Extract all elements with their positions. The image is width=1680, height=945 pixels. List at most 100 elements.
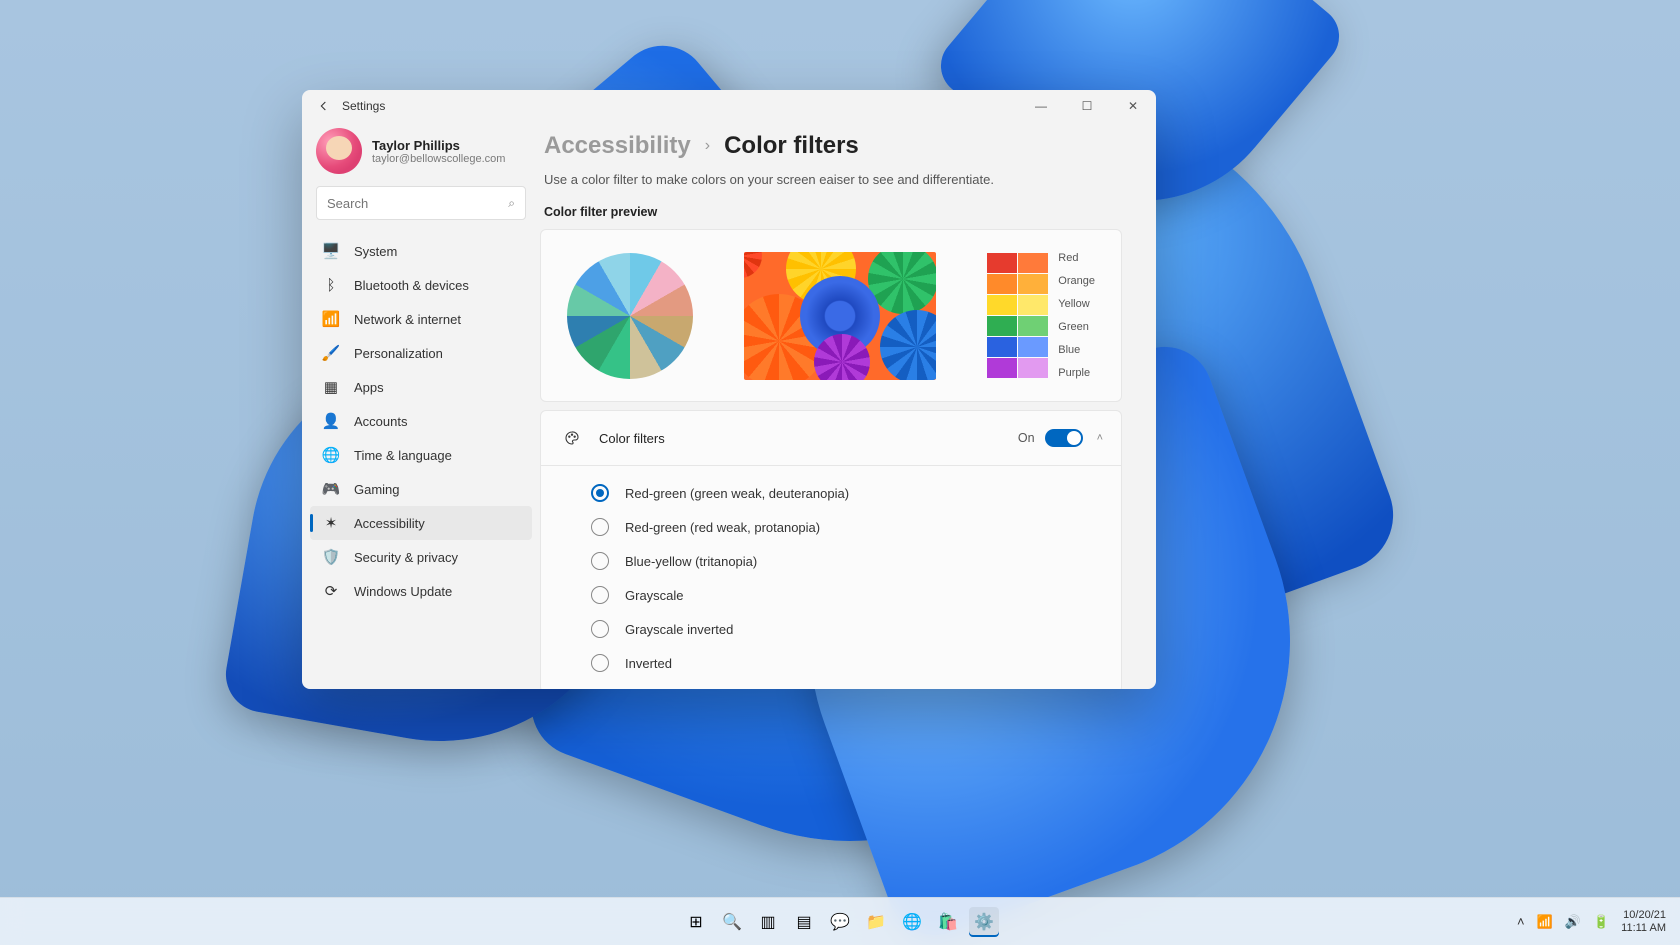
color-filters-row[interactable]: Color filters On ˄ <box>541 411 1121 465</box>
color-swatch <box>987 358 1017 378</box>
radio-icon <box>591 484 609 502</box>
nav-icon: ᛒ <box>320 274 342 296</box>
search-icon[interactable]: 🔍 <box>717 907 747 937</box>
palette-icon <box>559 430 585 446</box>
widgets-icon[interactable]: ▤ <box>789 907 819 937</box>
preview-card: RedOrangeYellowGreenBluePurple <box>540 229 1122 402</box>
close-button[interactable]: ✕ <box>1110 90 1156 122</box>
maximize-button[interactable]: ☐ <box>1064 90 1110 122</box>
breadcrumb-parent[interactable]: Accessibility <box>544 132 691 160</box>
sidebar-item-personalization[interactable]: 🖌️ Personalization <box>310 336 532 370</box>
taskbar: ⊞🔍▥▤💬📁🌐🛍️⚙️ ˄ 📶 🔊 🔋 10/20/21 11:11 AM <box>0 897 1680 945</box>
filter-option[interactable]: Blue-yellow (tritanopia) <box>541 544 1121 578</box>
color-filters-toggle[interactable] <box>1045 429 1083 447</box>
store-icon[interactable]: 🛍️ <box>933 907 963 937</box>
avatar <box>316 128 362 174</box>
system-tray: ˄ 📶 🔊 🔋 10/20/21 11:11 AM <box>1517 909 1680 934</box>
color-swatch <box>987 274 1017 294</box>
color-swatch <box>987 253 1017 273</box>
edge-icon[interactable]: 🌐 <box>897 907 927 937</box>
taskview-icon[interactable]: ▥ <box>753 907 783 937</box>
palette-label: Blue <box>1058 340 1095 360</box>
arrow-left-icon <box>316 98 332 114</box>
sidebar-item-system[interactable]: 🖥️System <box>310 234 532 268</box>
filter-options: Red-green (green weak, deuteranopia) Red-… <box>541 465 1121 689</box>
file-explorer-icon[interactable]: 📁 <box>861 907 891 937</box>
sidebar-item-accessibility[interactable]: ✶Accessibility <box>310 506 532 540</box>
nav-icon: ▦ <box>320 376 342 398</box>
filter-option[interactable]: Red-green (red weak, protanopia) <box>541 510 1121 544</box>
palette-label: Purple <box>1058 363 1095 383</box>
color-palette: RedOrangeYellowGreenBluePurple <box>987 248 1095 383</box>
filter-option-label: Inverted <box>625 656 672 671</box>
nav-icon: 📶 <box>320 308 342 330</box>
filter-option[interactable]: Grayscale inverted <box>541 612 1121 646</box>
sidebar-item-accounts[interactable]: 👤Accounts <box>310 404 532 438</box>
color-swatch <box>1018 316 1048 336</box>
sidebar-item-label: Network & internet <box>354 312 461 327</box>
sidebar-item-gaming[interactable]: 🎮Gaming <box>310 472 532 506</box>
tray-overflow-icon[interactable]: ˄ <box>1517 914 1525 929</box>
minimize-button[interactable]: — <box>1018 90 1064 122</box>
start-icon[interactable]: ⊞ <box>681 907 711 937</box>
nav-icon: ⟳ <box>320 580 342 602</box>
color-filters-label: Color filters <box>599 431 1018 446</box>
pie-chart-preview <box>567 253 693 379</box>
color-swatch <box>987 295 1017 315</box>
color-swatch <box>987 337 1017 357</box>
filter-option[interactable]: Inverted <box>541 646 1121 680</box>
photo-preview <box>744 252 936 380</box>
sidebar-item-security-privacy[interactable]: 🛡️Security & privacy <box>310 540 532 574</box>
filter-option-label: Red-green (red weak, protanopia) <box>625 520 820 535</box>
palette-label: Red <box>1058 248 1095 268</box>
color-filters-setting-card: Color filters On ˄ Red-green (green weak… <box>540 410 1122 689</box>
sidebar-item-network-internet[interactable]: 📶 Network & internet <box>310 302 532 336</box>
sidebar-item-bluetooth-devices[interactable]: ᛒBluetooth & devices <box>310 268 532 302</box>
chat-icon[interactable]: 💬 <box>825 907 855 937</box>
chevron-up-icon[interactable]: ˄ <box>1097 432 1103 444</box>
clock-date: 10/20/21 <box>1621 909 1666 922</box>
search-box[interactable]: ⌕ <box>316 186 526 220</box>
taskbar-center: ⊞🔍▥▤💬📁🌐🛍️⚙️ <box>681 907 999 937</box>
nav-icon: 👤 <box>320 410 342 432</box>
sidebar-item-label: Security & privacy <box>354 550 458 565</box>
titlebar: Settings — ☐ ✕ <box>302 90 1156 122</box>
radio-icon <box>591 654 609 672</box>
battery-icon[interactable]: 🔋 <box>1593 914 1609 930</box>
nav-list: 🖥️SystemᛒBluetooth & devices 📶 Network & i… <box>302 234 540 608</box>
sidebar-item-apps[interactable]: ▦ Apps <box>310 370 532 404</box>
settings-icon[interactable]: ⚙️ <box>969 907 999 937</box>
main-pane[interactable]: Accessibility › Color filters Use a colo… <box>540 122 1156 689</box>
palette-label: Orange <box>1058 271 1095 291</box>
filter-option-label: Grayscale <box>625 588 684 603</box>
nav-icon: 🖌️ <box>320 342 342 364</box>
sidebar-item-time-language[interactable]: 🌐Time & language <box>310 438 532 472</box>
volume-icon[interactable]: 🔊 <box>1565 914 1581 930</box>
search-input[interactable] <box>327 196 508 211</box>
sidebar-item-label: Personalization <box>354 346 443 361</box>
color-swatch <box>1018 274 1048 294</box>
profile-email: taylor@bellowscollege.com <box>372 153 505 165</box>
radio-icon <box>591 620 609 638</box>
filter-option-label: Grayscale inverted <box>625 622 733 637</box>
radio-icon <box>591 518 609 536</box>
filter-option[interactable]: Red-green (green weak, deuteranopia) <box>541 476 1121 510</box>
palette-label: Yellow <box>1058 294 1095 314</box>
profile-block[interactable]: Taylor Phillips taylor@bellowscollege.co… <box>302 126 540 186</box>
page-description: Use a color filter to make colors on you… <box>540 172 1122 187</box>
window-title: Settings <box>342 99 385 113</box>
nav-icon: ✶ <box>320 512 342 534</box>
search-icon: ⌕ <box>508 196 515 211</box>
sidebar-item-label: Apps <box>354 380 384 395</box>
profile-name: Taylor Phillips <box>372 138 505 153</box>
filter-option-label: Red-green (green weak, deuteranopia) <box>625 486 849 501</box>
color-swatch <box>1018 358 1048 378</box>
filter-option[interactable]: Grayscale <box>541 578 1121 612</box>
filter-option-label: Blue-yellow (tritanopia) <box>625 554 757 569</box>
back-button[interactable] <box>312 94 336 118</box>
color-swatch <box>987 316 1017 336</box>
sidebar-item-windows-update[interactable]: ⟳Windows Update <box>310 574 532 608</box>
chevron-right-icon: › <box>705 137 710 155</box>
clock[interactable]: 10/20/21 11:11 AM <box>1621 909 1666 934</box>
wifi-icon[interactable]: 📶 <box>1537 914 1553 930</box>
